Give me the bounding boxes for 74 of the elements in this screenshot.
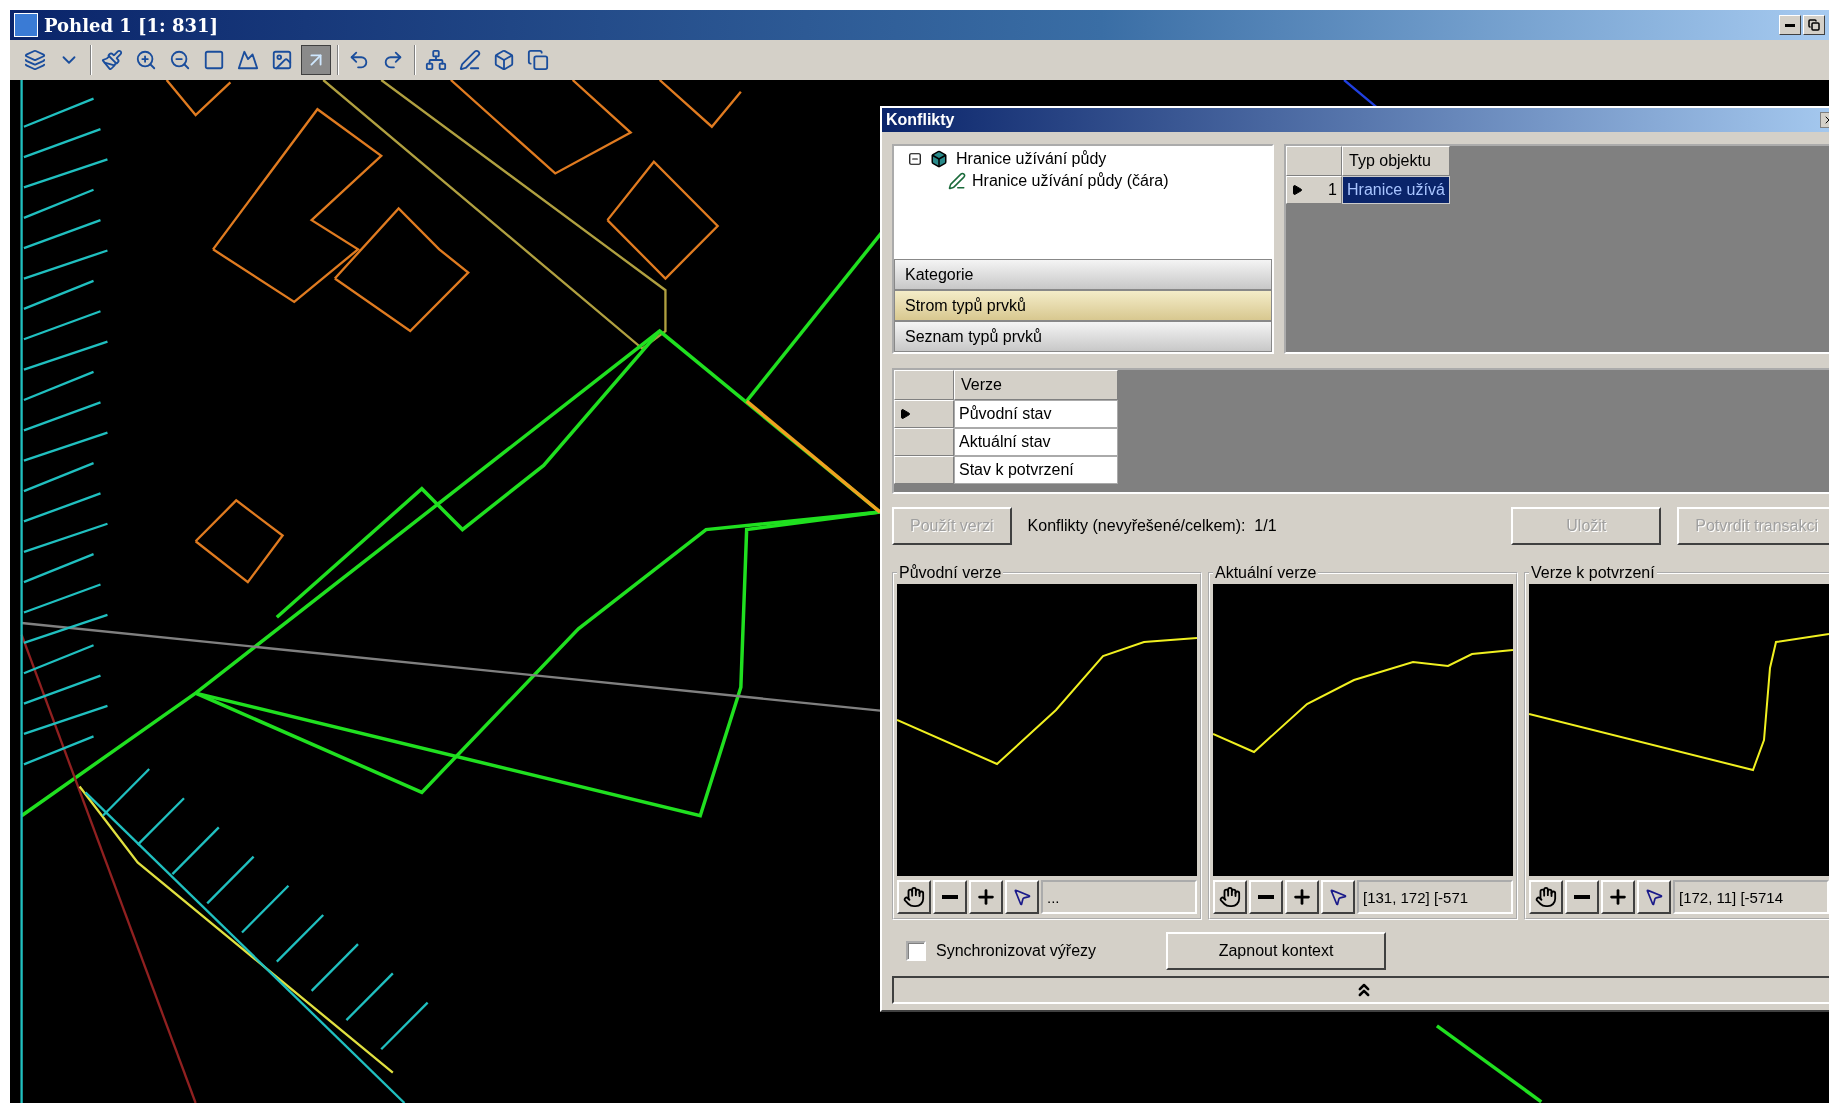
row-header[interactable] (894, 400, 954, 428)
group-title: Původní verze (898, 564, 1003, 582)
row-number: 1 (1328, 181, 1337, 199)
plus-icon (975, 886, 997, 908)
hand-icon (1219, 886, 1241, 908)
restore-icon (1808, 19, 1820, 31)
zoom-in-button[interactable] (1601, 880, 1635, 914)
cube-icon (493, 49, 515, 71)
conflict-status: Konflikty (nevyřešené/celkem): 1/1 (1027, 517, 1277, 535)
zoom-extent-button[interactable] (1637, 880, 1671, 914)
pointer-icon (1644, 887, 1664, 907)
collapse-icon[interactable] (908, 152, 922, 166)
collapse-bar[interactable] (892, 976, 1829, 1004)
pan-button[interactable] (1213, 880, 1247, 914)
pen-icon (459, 49, 481, 71)
pan-button[interactable] (897, 880, 931, 914)
category-tab[interactable]: Seznam typů prvků (894, 321, 1272, 352)
network-icon (425, 49, 447, 71)
frame-icon (203, 49, 225, 71)
pointer-icon (1012, 887, 1032, 907)
plus-icon (1607, 886, 1629, 908)
zoom-out-icon (169, 49, 191, 71)
minimize-button[interactable] (1779, 15, 1801, 35)
zoom-in-icon (135, 49, 157, 71)
context-button[interactable]: Zapnout kontext (1166, 932, 1387, 970)
tree-item[interactable]: Hranice užívání půdy (956, 150, 1107, 168)
minimize-icon (1785, 23, 1795, 27)
current-row-icon (899, 408, 911, 420)
restore-button[interactable] (1803, 15, 1825, 35)
table-cell[interactable]: Stav k potvrzení (954, 456, 1118, 484)
category-tab[interactable]: Strom typů prvků (894, 290, 1272, 321)
coordinates-field: [172, 11] [-5714 (1673, 880, 1829, 914)
column-header[interactable]: Typ objektu (1342, 146, 1450, 176)
coordinates-field: [131, 172] [-571 (1357, 880, 1513, 914)
zoom-in-button[interactable] (1285, 880, 1319, 914)
zoom-out-button[interactable] (1249, 880, 1283, 914)
checkbox-label: Synchronizovat výřezy (936, 942, 1097, 960)
zoom-in-button[interactable] (969, 880, 1003, 914)
redo-icon (382, 49, 404, 71)
hand-icon (1535, 886, 1557, 908)
table-cell[interactable]: Původní stav (954, 400, 1118, 428)
pointer-icon (1328, 887, 1348, 907)
copy-icon (527, 49, 549, 71)
dialog-title: Konflikty (886, 111, 955, 129)
plus-icon (1291, 886, 1313, 908)
table-cell[interactable]: Aktuální stav (954, 428, 1118, 456)
checkbox[interactable] (906, 941, 926, 961)
picture-icon (271, 49, 293, 71)
zoom-out-button[interactable] (1565, 880, 1599, 914)
layers-icon (24, 49, 46, 71)
minus-icon (942, 895, 958, 899)
mountain-icon (237, 49, 259, 71)
brush-icon (101, 49, 123, 71)
cube-icon (930, 150, 948, 168)
undo-icon (348, 49, 370, 71)
line-feature-icon (948, 172, 966, 190)
arrow-tool-button[interactable] (301, 45, 331, 75)
window-title: Pohled 1 [1: 831] (44, 14, 219, 36)
zoom-extent-button[interactable] (1005, 880, 1039, 914)
tree-item[interactable]: Hranice užívání půdy (čára) (972, 172, 1169, 190)
zoom-extent-button[interactable] (1321, 880, 1355, 914)
coordinates-field: ... (1041, 880, 1197, 914)
category-tab[interactable]: Kategorie (894, 259, 1272, 290)
column-header[interactable]: Verze (954, 370, 1118, 400)
minus-icon (1574, 895, 1590, 899)
table-cell[interactable]: Hranice užívá (1342, 176, 1450, 204)
row-header[interactable]: 1 (1286, 176, 1342, 204)
group-title: Verze k potvrzení (1530, 564, 1656, 582)
minus-icon (1258, 895, 1274, 899)
app-icon (14, 13, 38, 37)
pan-button[interactable] (1529, 880, 1563, 914)
group-title: Aktuální verze (1214, 564, 1318, 582)
hand-icon (903, 886, 925, 908)
zoom-out-button[interactable] (933, 880, 967, 914)
